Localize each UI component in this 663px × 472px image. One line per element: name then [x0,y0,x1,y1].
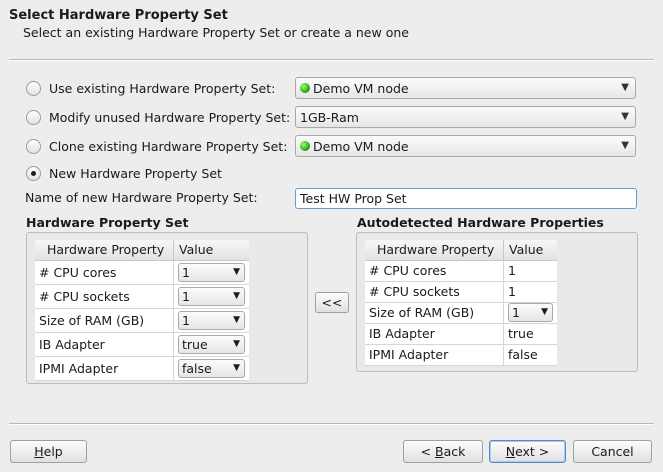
copy-autodetected-button[interactable]: << [315,292,349,313]
table-row[interactable]: Size of RAM (GB) 1 ▼ [365,302,557,324]
table-row[interactable]: IB Adapter true [365,323,557,345]
help-button[interactable]: Help [10,440,87,463]
table-row[interactable]: # CPU cores 1 [365,260,557,282]
name-field-input[interactable] [295,188,637,209]
use-existing-label: Use existing Hardware Property Set: [49,80,276,96]
column-header-value[interactable]: Value [173,240,249,261]
cancel-button[interactable]: Cancel [573,440,652,463]
chevron-down-icon: ▼ [621,111,629,122]
new-set-label: New Hardware Property Set [49,165,222,181]
hw-property-cell: Size of RAM (GB) [35,308,174,333]
hw-set-title: Hardware Property Set [26,215,189,230]
name-field-label: Name of new Hardware Property Set: [25,190,258,205]
status-green-icon [300,141,310,151]
table-row[interactable]: IPMI Adapter false ▼ [35,356,249,381]
auto-value-cell: true [503,323,557,345]
hw-property-cell: IPMI Adapter [35,356,174,381]
header-divider [9,59,654,61]
clone-existing-radio[interactable] [26,138,41,154]
column-header-value[interactable]: Value [503,240,557,261]
chevron-down-icon: ▼ [621,82,629,93]
hw-value: false [182,360,212,376]
auto-value-cell: 1 [503,281,557,303]
modify-unused-select[interactable]: 1GB-Ram ▼ [295,106,636,128]
autodetected-table: Hardware Property Value # CPU cores 1 # … [365,240,557,366]
new-set-option[interactable]: New Hardware Property Set [26,162,222,184]
footer-divider [9,423,654,425]
chevron-down-icon: ▼ [233,314,240,325]
chevron-down-icon: ▼ [621,140,629,151]
chevron-down-icon: ▼ [233,338,240,349]
table-row[interactable]: Size of RAM (GB) 1 ▼ [35,308,249,333]
table-row[interactable]: # CPU cores 1 ▼ [35,260,249,285]
back-label: ack [443,444,466,459]
help-label: elp [43,444,63,459]
table-row[interactable]: # CPU sockets 1 ▼ [35,284,249,309]
hw-value-select[interactable]: 1 ▼ [178,310,245,330]
hw-value: true [182,336,208,352]
chevron-down-icon: ▼ [233,290,240,301]
clone-existing-option[interactable]: Clone existing Hardware Property Set: [26,135,287,157]
autodetected-title: Autodetected Hardware Properties [357,215,604,230]
hw-value-select[interactable]: 1 ▼ [178,262,245,282]
next-label: ext > [515,444,550,459]
clone-existing-value: Demo VM node [313,138,409,154]
auto-property-cell: # CPU sockets [365,281,504,303]
modify-unused-option[interactable]: Modify unused Hardware Property Set: [26,106,290,128]
clone-existing-label: Clone existing Hardware Property Set: [49,138,288,154]
back-prefix: < [420,444,436,459]
column-header-property[interactable]: Hardware Property [35,240,174,261]
new-set-radio[interactable] [26,165,41,181]
page-subtitle: Select an existing Hardware Property Set… [23,25,409,40]
hw-value-select[interactable]: true ▼ [178,334,245,354]
auto-value: 1 [512,305,520,320]
use-existing-select[interactable]: Demo VM node ▼ [295,77,636,99]
hw-value: 1 [182,288,190,304]
use-existing-option[interactable]: Use existing Hardware Property Set: [26,77,275,99]
status-green-icon [300,83,310,93]
chevron-down-icon: ▼ [233,266,240,277]
auto-value-cell: 1 [503,260,557,282]
table-row[interactable]: IPMI Adapter false [365,344,557,366]
modify-unused-value: 1GB-Ram [300,109,359,125]
clone-existing-select[interactable]: Demo VM node ▼ [295,135,636,157]
use-existing-radio[interactable] [26,80,41,96]
use-existing-value: Demo VM node [313,80,409,96]
next-button[interactable]: Next > [489,440,566,463]
hw-set-table: Hardware Property Value # CPU cores 1 ▼ #… [35,240,249,381]
hw-property-cell: IB Adapter [35,332,174,357]
hw-property-cell: # CPU cores [35,260,174,285]
help-mnemonic: H [34,444,44,459]
page-title: Select Hardware Property Set [9,8,228,23]
modify-unused-label: Modify unused Hardware Property Set: [49,109,291,125]
hw-value: 1 [182,312,190,328]
auto-property-cell: # CPU cores [365,260,504,282]
table-row[interactable]: # CPU sockets 1 [365,281,557,303]
next-mnemonic: N [505,444,516,459]
chevron-down-icon: ▼ [233,362,240,373]
hw-property-cell: # CPU sockets [35,284,174,309]
auto-property-cell: IB Adapter [365,323,504,345]
auto-value-select[interactable]: 1 ▼ [508,303,553,322]
chevron-down-icon: ▼ [541,307,548,317]
table-row[interactable]: IB Adapter true ▼ [35,332,249,357]
hw-value-select[interactable]: 1 ▼ [178,286,245,306]
hw-value-select[interactable]: false ▼ [178,358,245,378]
modify-unused-radio[interactable] [26,109,41,125]
auto-property-cell: Size of RAM (GB) [365,302,504,324]
auto-property-cell: IPMI Adapter [365,344,504,366]
column-header-property[interactable]: Hardware Property [365,240,504,261]
back-button[interactable]: < Back [403,440,483,463]
hw-value: 1 [182,264,190,280]
back-mnemonic: B [435,444,444,459]
auto-value-cell: false [503,344,557,366]
